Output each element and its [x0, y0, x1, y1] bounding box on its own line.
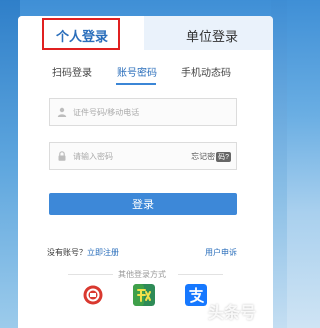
watermark-text: 头条号: [208, 305, 257, 322]
subtab-account-password[interactable]: 账号密码: [117, 64, 157, 79]
background-right: [271, 0, 287, 328]
username-field[interactable]: [49, 98, 237, 126]
third-party-login-icon-red[interactable]: [82, 284, 104, 306]
forgot-password-link[interactable]: 忘记密 码?: [191, 151, 231, 162]
active-subtab-indicator: [116, 83, 156, 85]
tab-unit-label: 单位登录: [186, 29, 239, 44]
third-party-login-icon-green[interactable]: [133, 284, 155, 306]
no-account-text: 没有账号？立即注册: [47, 247, 119, 258]
divider-line-right: [178, 274, 223, 275]
tab-unit-login[interactable]: 单位登录: [144, 16, 273, 50]
login-button[interactable]: 登录: [49, 193, 237, 215]
lock-icon: [58, 151, 66, 161]
background-left: [0, 0, 20, 328]
divider-line-left: [68, 274, 113, 275]
alipay-icon[interactable]: [185, 284, 207, 306]
subtab-qr-login[interactable]: 扫码登录: [52, 64, 92, 79]
username-input[interactable]: [73, 105, 193, 119]
login-card: 个人登录 单位登录 扫码登录 账号密码 手机动态码 忘记密码? 登录 没有账号？…: [18, 16, 273, 328]
password-field[interactable]: 忘记密 码?: [49, 142, 237, 170]
subtab-phone-code[interactable]: 手机动态码: [181, 64, 231, 79]
register-link[interactable]: 立即注册: [87, 248, 119, 257]
forgot-password-badge: 码?: [216, 152, 231, 162]
forgot-password-label: 忘记密: [191, 152, 216, 161]
user-appeal-link[interactable]: 用户申诉: [205, 247, 237, 258]
password-input[interactable]: [73, 149, 193, 163]
login-type-tabs: 个人登录 单位登录: [18, 16, 273, 50]
other-login-divider: 其他登录方式: [18, 269, 273, 279]
login-method-tabs: 扫码登录 账号密码 手机动态码: [18, 64, 273, 84]
other-login-label: 其他登录方式: [118, 270, 166, 279]
no-account-label: 没有账号？: [47, 248, 87, 257]
user-icon: [57, 107, 67, 117]
annotation-highlight-box: [42, 18, 120, 50]
